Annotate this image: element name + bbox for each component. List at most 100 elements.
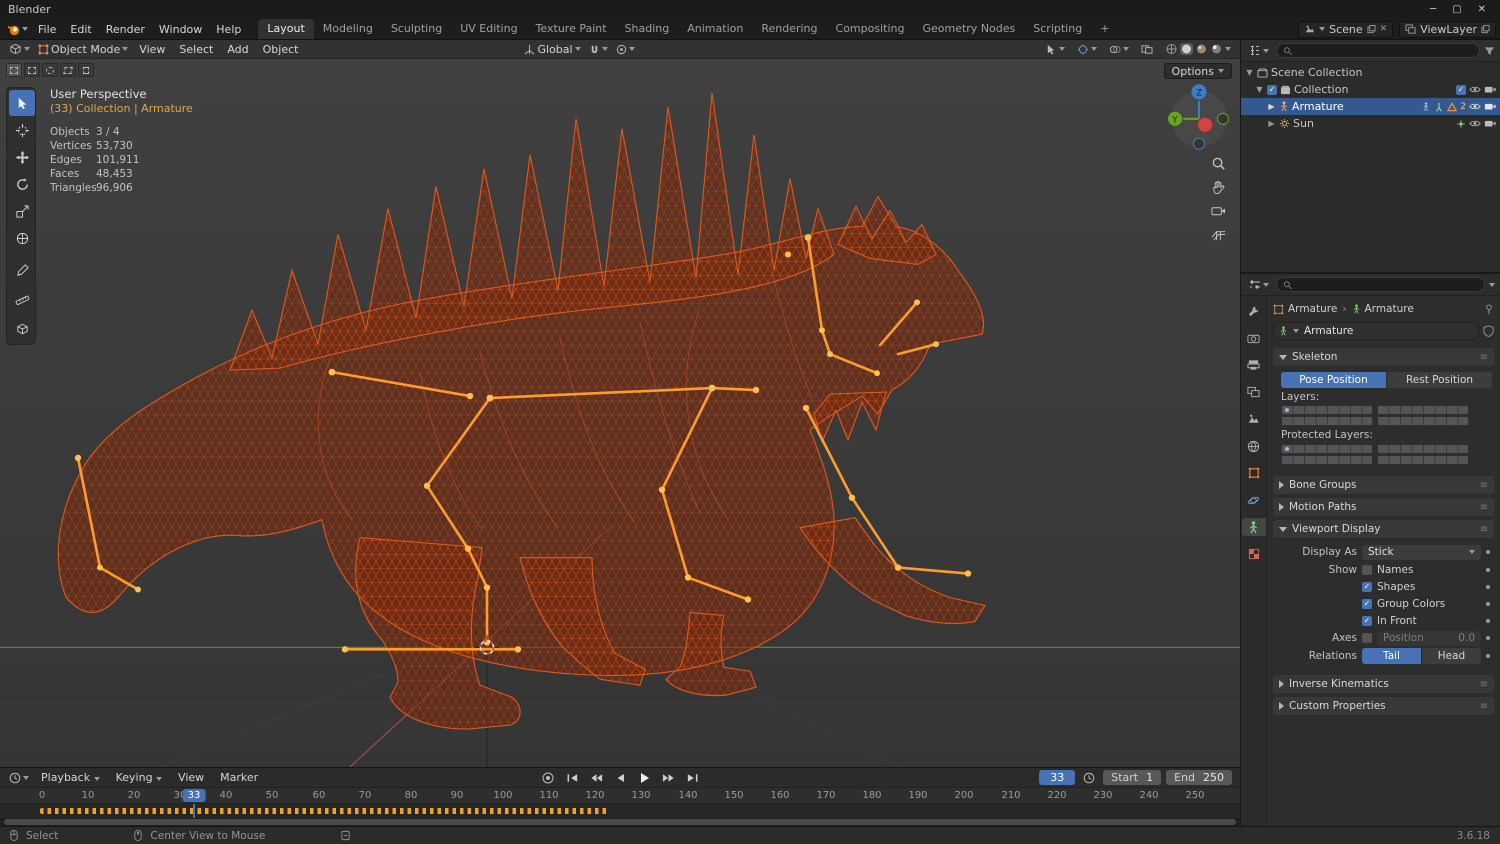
current-frame-field[interactable]: 33 (1039, 770, 1076, 785)
collapse-icon[interactable]: ▶ (1267, 119, 1276, 128)
tab-render[interactable] (1242, 329, 1266, 347)
menu-playback[interactable]: Playback (34, 769, 107, 786)
gizmo-neg-y-axis[interactable] (1217, 112, 1229, 125)
tab-tool[interactable] (1242, 302, 1266, 320)
playhead-frame-label[interactable]: 33 (182, 789, 206, 802)
tab-texture-paint[interactable]: Texture Paint (527, 19, 616, 39)
playhead-line[interactable] (193, 804, 195, 818)
scale-tool[interactable] (9, 198, 35, 224)
options-button[interactable]: Options (1163, 63, 1232, 79)
timeline-ruler[interactable]: 0 10 20 30 40 50 60 70 80 90 100 110 120… (0, 788, 1240, 804)
start-frame-field[interactable]: Start 1 (1103, 770, 1162, 785)
snapping-toggle[interactable] (586, 44, 611, 55)
auto-keying-button[interactable] (539, 771, 557, 785)
fake-user-shield-icon[interactable] (1483, 325, 1494, 337)
add-primitive-tool[interactable] (9, 316, 35, 342)
tab-animation[interactable]: Animation (678, 19, 752, 39)
new-scene-icon[interactable] (1367, 24, 1376, 34)
close-button[interactable]: ✕ (1478, 4, 1486, 15)
select-mode-icon-2[interactable] (24, 63, 40, 77)
play-reverse-button[interactable] (611, 771, 629, 785)
shapes-checkbox[interactable] (1362, 581, 1372, 592)
protected-layers-grid[interactable] (1281, 444, 1492, 465)
animate-dot[interactable] (1486, 550, 1490, 554)
cursor-tool[interactable] (9, 117, 35, 143)
animate-dot[interactable] (1486, 584, 1490, 589)
minimize-button[interactable]: ─ (1430, 4, 1436, 15)
viewlayer-selector[interactable]: ViewLayer (1399, 20, 1496, 38)
outliner-editor-type-button[interactable] (1246, 45, 1272, 56)
exclude-checkbox[interactable] (1456, 84, 1466, 95)
animate-dot[interactable] (1486, 654, 1490, 658)
select-mode-icon-5[interactable] (78, 63, 94, 77)
axes-position-slider[interactable]: Position 0.0 (1377, 630, 1481, 646)
gizmos-toggle[interactable] (1074, 43, 1100, 55)
tab-scene[interactable] (1242, 410, 1266, 428)
display-as-dropdown[interactable]: Stick (1362, 544, 1481, 560)
unlink-scene-icon[interactable]: ✕ (1380, 24, 1388, 34)
scene-selector[interactable]: Scene ✕ (1298, 20, 1394, 38)
tab-texture[interactable] (1242, 545, 1266, 563)
collapse-icon[interactable]: ▶ (1267, 102, 1276, 111)
group-colors-checkbox[interactable] (1362, 598, 1372, 609)
rotate-tool[interactable] (9, 171, 35, 197)
keyframe-track[interactable] (0, 804, 1240, 818)
tab-object-data-armature[interactable] (1241, 518, 1266, 536)
zoom-view-button[interactable] (1208, 153, 1228, 173)
tab-view-layer[interactable] (1242, 383, 1266, 401)
tab-object[interactable] (1242, 464, 1266, 482)
menu-window[interactable]: Window (152, 21, 209, 38)
play-button[interactable] (635, 771, 653, 785)
prev-keyframe-button[interactable] (587, 771, 605, 785)
collection-checkbox[interactable] (1267, 84, 1277, 95)
breadcrumb-data[interactable]: Armature (1365, 303, 1414, 315)
armature-datablock-field[interactable]: Armature (1273, 322, 1479, 340)
camera-view-button[interactable] (1208, 201, 1228, 221)
tab-geometry-nodes[interactable]: Geometry Nodes (913, 19, 1024, 39)
new-viewlayer-icon[interactable] (1481, 24, 1490, 34)
toggle-ortho-button[interactable] (1208, 224, 1228, 244)
tab-output[interactable] (1242, 356, 1266, 374)
jump-to-start-button[interactable] (563, 771, 581, 785)
tail-button[interactable]: Tail (1362, 648, 1421, 664)
properties-search-input[interactable] (1296, 279, 1478, 290)
eye-icon[interactable] (1469, 119, 1481, 128)
use-preview-range-button[interactable] (1080, 771, 1098, 785)
transform-orientation-selector[interactable]: Global (521, 43, 583, 56)
head-button[interactable]: Head (1422, 648, 1481, 664)
viewport-canvas[interactable]: Z Y (0, 59, 1240, 767)
outliner-search-input[interactable] (1296, 45, 1473, 56)
nav-gizmo[interactable]: Z Y (1168, 84, 1229, 150)
panel-skeleton-header[interactable]: Skeleton ≡ (1273, 348, 1494, 366)
outliner-search[interactable] (1276, 43, 1480, 58)
menu-view[interactable]: View (133, 42, 171, 57)
scrollbar-thumb[interactable] (4, 819, 1236, 825)
camera-render-icon[interactable] (1484, 102, 1496, 111)
tab-shading[interactable]: Shading (616, 19, 679, 39)
armature-layers-grid[interactable] (1281, 405, 1492, 426)
timeline-editor-type-button[interactable] (6, 772, 32, 784)
viewport-3d[interactable]: Z Y Options User Perspective (33) Collec… (0, 59, 1240, 767)
menu-timeline-view[interactable]: View (171, 769, 211, 786)
outliner-row-scene-collection[interactable]: ▼ Scene Collection (1241, 64, 1500, 81)
gizmo-x-axis[interactable] (1197, 116, 1213, 133)
maximize-button[interactable]: ▢ (1452, 4, 1461, 15)
collapse-icon[interactable]: ▼ (1245, 68, 1254, 77)
tab-scripting[interactable]: Scripting (1024, 19, 1091, 39)
eye-icon[interactable] (1469, 85, 1481, 94)
breadcrumb-object[interactable]: Armature (1288, 303, 1337, 315)
eye-icon[interactable] (1469, 102, 1481, 111)
sun-data-icon[interactable] (1456, 119, 1466, 129)
outliner-row-collection[interactable]: ▼ Collection (1241, 81, 1500, 98)
pan-view-button[interactable] (1208, 177, 1228, 197)
pose-position-button[interactable]: Pose Position (1281, 372, 1386, 388)
animate-dot[interactable] (1486, 567, 1490, 572)
collapse-icon[interactable]: ▼ (1255, 85, 1264, 94)
select-box-tool[interactable] (9, 90, 35, 116)
move-tool[interactable] (9, 144, 35, 170)
menu-add[interactable]: Add (221, 42, 254, 57)
animate-dot[interactable] (1486, 636, 1490, 640)
camera-render-icon[interactable] (1484, 119, 1496, 128)
panel-inverse-kinematics-header[interactable]: Inverse Kinematics ≡ (1273, 675, 1494, 693)
select-mode-icon-1[interactable] (6, 63, 22, 77)
